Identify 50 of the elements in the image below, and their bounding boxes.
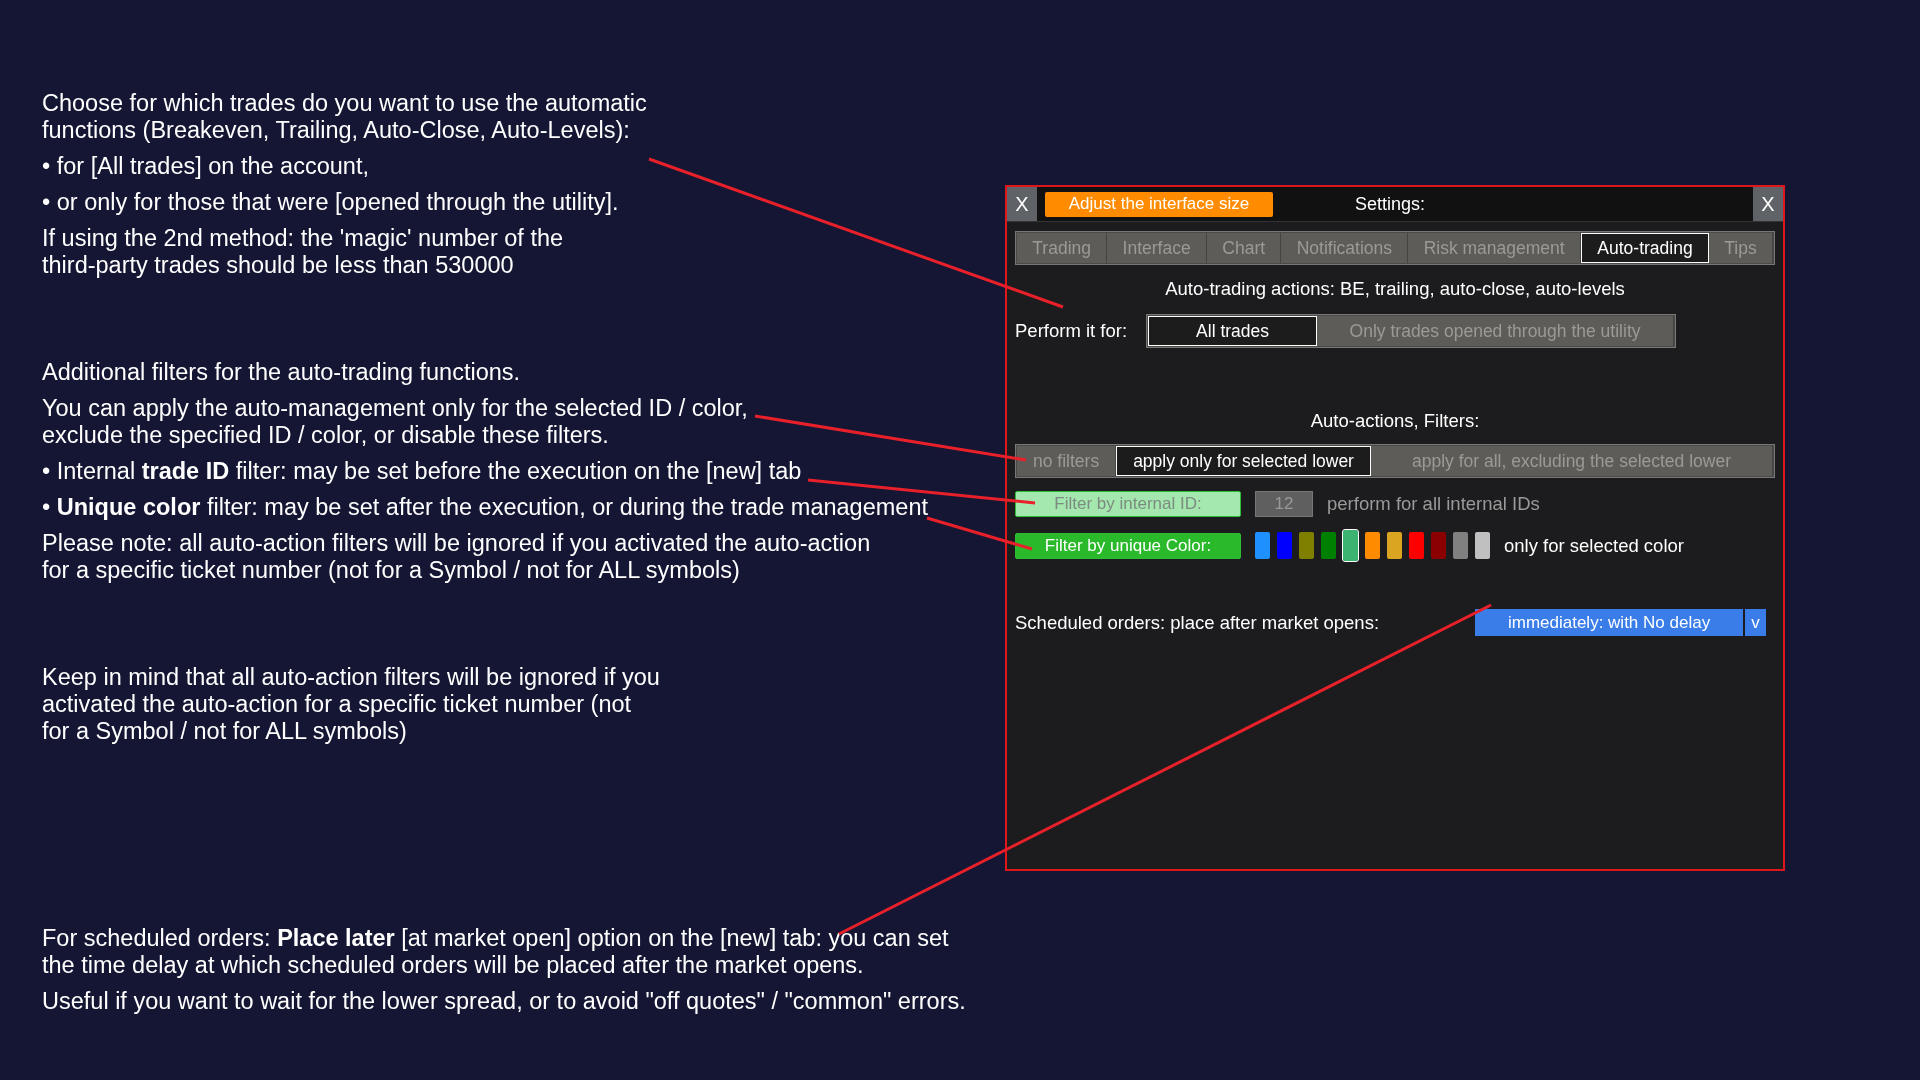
tab[interactable]: Notifications (1281, 233, 1409, 263)
annotation-text: • for [All trades] on the account, (42, 153, 370, 180)
color-swatch[interactable] (1255, 532, 1270, 559)
resize-button[interactable]: Adjust the interface size (1045, 191, 1273, 217)
annotation-text: Choose for which trades do you want to use the automatic functions (Breakeven, Trailing, Auto-Close, Auto-Levels): (42, 90, 648, 144)
color-swatch[interactable] (1277, 532, 1292, 559)
tab[interactable]: Interface (1107, 233, 1207, 263)
close-button[interactable]: X (1753, 187, 1783, 221)
filter-toggle-button[interactable]: Filter by unique Color: (1015, 532, 1241, 559)
annotation-text: Keep in mind that all auto-action filters will be ignored if you activated the auto-action for a specific ticket number (not for a Symbol / not for ALL symbols) (42, 664, 661, 745)
delay-dropdown[interactable]: immediately: with No delay (1475, 609, 1744, 636)
color-swatch[interactable] (1299, 532, 1314, 559)
color-swatch[interactable] (1475, 532, 1490, 559)
option-button[interactable]: Only trades opened through the utility (1317, 316, 1675, 346)
tab[interactable]: Tips (1708, 233, 1773, 263)
color-swatch[interactable] (1365, 532, 1380, 559)
color-swatch[interactable] (1409, 532, 1424, 559)
dropdown-caret-button[interactable]: v (1745, 609, 1767, 636)
tab[interactable]: Risk management (1408, 233, 1581, 263)
option-button[interactable]: apply only for selected lower (1116, 446, 1371, 476)
filter-note: perform for all internal IDs (1327, 493, 1540, 515)
option-button[interactable]: apply for all, excluding the selected lower (1370, 446, 1773, 476)
annotation-text: • Internal trade ID filter: may be set before the execution on the [new] tab (42, 458, 803, 485)
annotation-text: • or only for those that were [opened through the utility]. (42, 189, 620, 216)
id-input-field[interactable]: 12 (1255, 491, 1313, 517)
color-swatch[interactable] (1321, 532, 1336, 559)
filter-toggle-button[interactable]: Filter by internal ID: (1015, 491, 1241, 517)
close-button[interactable]: X (1007, 187, 1037, 221)
color-swatch[interactable] (1343, 530, 1358, 561)
option-button[interactable]: no filters (1017, 446, 1117, 476)
tab[interactable]: Chart (1207, 233, 1282, 263)
filter-note: only for selected color (1504, 534, 1684, 557)
color-swatch[interactable] (1453, 532, 1468, 559)
annotation-text: Useful if you want to wait for the lower spread, or to avoid "off quotes" / "common" errors. (42, 988, 967, 1015)
section-heading: Auto-trading actions: BE, trailing, auto-close, auto-levels (1164, 278, 1626, 300)
perform-label: Perform it for: (1015, 320, 1128, 342)
scheduled-label: Scheduled orders: place after market opens: (1015, 611, 1380, 634)
section-heading: Auto-actions, Filters: (1309, 410, 1481, 432)
annotation-text: Additional filters for the auto-trading functions. (42, 359, 522, 386)
annotation-text: If using the 2nd method: the 'magic' number of the third-party trades should be less than 530000 (42, 225, 565, 279)
annotation-text: You can apply the auto-management only for the selected ID / color, exclude the specified ID / color, or disable these filters. (42, 395, 749, 449)
tab[interactable]: Trading (1017, 233, 1108, 263)
color-swatch[interactable] (1387, 532, 1402, 559)
annotation-text: • Unique color filter: may be set after the execution, or during the trade management (42, 494, 929, 521)
option-button[interactable]: All trades (1148, 316, 1318, 346)
annotation-text: For scheduled orders: Place later [at market open] option on the [new] tab: you can set the time delay at which scheduled orders will be placed after the market opens. (42, 925, 950, 979)
annotation-text: Please note: all auto-action filters will be ignored if you activated the auto-action for a specific ticket number (not for a Symbol / not for ALL symbols) (42, 530, 872, 584)
window-title: Settings: (1354, 193, 1427, 215)
color-swatch[interactable] (1431, 532, 1446, 559)
tab[interactable]: Auto-trading (1581, 233, 1709, 263)
